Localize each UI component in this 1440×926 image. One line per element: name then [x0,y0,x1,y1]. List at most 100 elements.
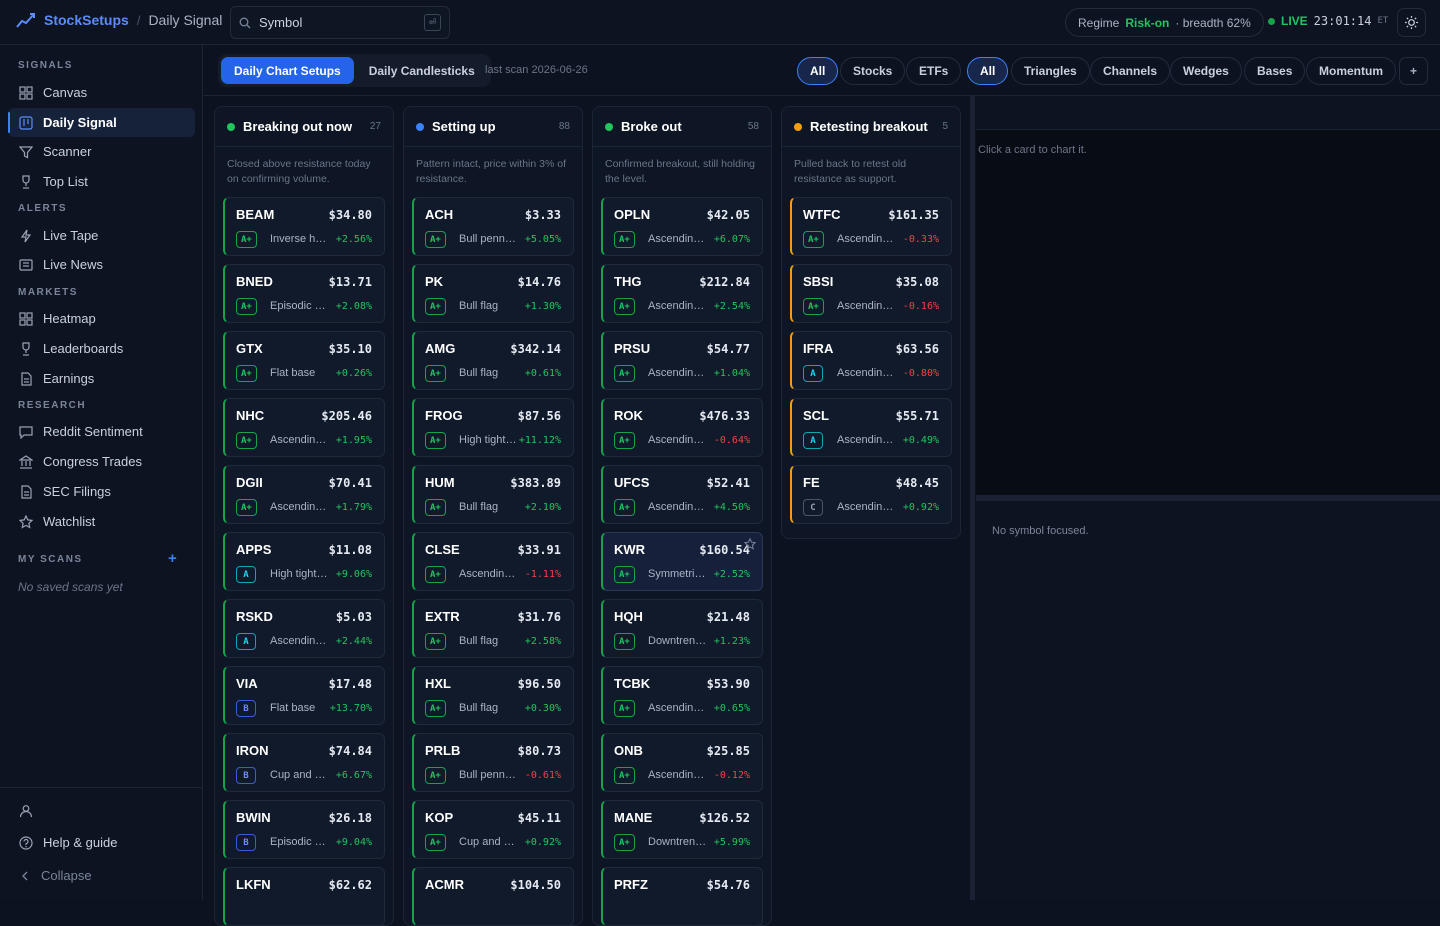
grade-badge: A+ [425,499,446,516]
percent-change: +0.26% [335,368,372,379]
setup-card[interactable]: DGII $70.41 A+ Ascending triangle +1.79% [223,465,385,524]
panel-resize-handle[interactable] [970,96,975,900]
setup-card[interactable]: PRLB $80.73 A+ Bull pennant -0.61% [412,733,574,792]
sidebar-item-label: Watchlist [43,514,96,529]
section-signals: SIGNALS [18,60,73,71]
ticker-symbol: VIA [236,676,258,691]
grade-badge: B [236,834,256,851]
sidebar-item-account[interactable] [8,796,195,825]
setup-card[interactable]: NHC $205.46 A+ Ascending triangle +1.95% [223,398,385,457]
setup-card[interactable]: ONB $25.85 A+ Ascending triangle -0.12% [601,733,763,792]
filter-type-stocks[interactable]: Stocks [840,57,906,85]
ticker-price: $160.54 [699,543,750,557]
percent-change: +6.67% [335,770,372,781]
sidebar-item-live-news[interactable]: Live News [8,250,195,279]
filter-pattern-triangles[interactable]: Triangles [1011,57,1090,85]
sidebar-item-canvas[interactable]: Canvas [8,78,195,107]
bolt-icon [20,229,32,242]
setup-card[interactable]: FROG $87.56 A+ High tight flag+11.12% [412,398,574,457]
ticker-symbol: FE [803,475,820,490]
filter-pattern-momentum[interactable]: Momentum [1306,57,1396,85]
setup-card[interactable]: PK $14.76 A+ Bull flag +1.30% [412,264,574,323]
setup-card[interactable]: HXL $96.50 A+ Bull flag +0.30% [412,666,574,725]
sidebar-item-earnings[interactable]: Earnings [8,364,195,393]
symbol-search[interactable]: ⏎ [230,6,450,39]
breadcrumb-current: Daily Signal [148,12,223,28]
add-scan-button[interactable]: + [168,550,177,567]
sidebar-item-congress-trades[interactable]: Congress Trades [8,447,195,476]
pattern-name: Flat base [270,702,316,714]
setup-card[interactable]: HQH $21.48 A+ Downtrend break +1.23% [601,599,763,658]
grade-badge: A+ [425,432,446,449]
sidebar-item-leaderboards[interactable]: Leaderboards [8,334,195,363]
setup-card[interactable]: HUM $383.89 A+ Bull flag +2.10% [412,465,574,524]
sidebar-item-live-tape[interactable]: Live Tape [8,221,195,250]
sidebar-item-help[interactable]: Help & guide [8,828,195,857]
setup-card[interactable]: SCL $55.71 A Ascending triangle +0.49% [790,398,952,457]
brand-name[interactable]: StockSetups [44,12,129,28]
setup-card[interactable]: BWIN $26.18 B Episodic pivot +9.04% [223,800,385,859]
setup-card[interactable]: VIA $17.48 B Flat base +13.70% [223,666,385,725]
add-filter-button[interactable]: + [1399,57,1428,85]
setup-card[interactable]: GTX $35.10 A+ Flat base +0.26% [223,331,385,390]
sidebar-item-daily-signal[interactable]: Daily Signal [8,108,195,137]
setup-card[interactable]: IRON $74.84 B Cup and handle +6.67% [223,733,385,792]
setup-card[interactable]: TCBK $53.90 A+ Ascending triangle +0.65% [601,666,763,725]
percent-change: +0.49% [902,435,939,446]
ticker-symbol: RSKD [236,609,273,624]
setup-card[interactable]: THG $212.84 A+ Ascending triangle +2.54% [601,264,763,323]
column-count: 58 [747,121,759,132]
ticker-symbol: ONB [614,743,643,758]
setup-card[interactable]: PRFZ $54.76 [601,867,763,925]
setup-card[interactable]: LKFN $62.62 [223,867,385,925]
setup-card[interactable]: FE $48.45 C Ascending triangle +0.92% [790,465,952,524]
sidebar-item-reddit-sentiment[interactable]: Reddit Sentiment [8,417,195,446]
setup-card[interactable]: PRSU $54.77 A+ Ascending triangle +1.04% [601,331,763,390]
setup-card[interactable]: ACMR $104.50 [412,867,574,925]
setup-card[interactable]: KOP $45.11 A+ Cup and handle +0.92% [412,800,574,859]
setup-card[interactable]: CLSE $33.91 A+ Ascending triangle -1.11% [412,532,574,591]
theme-toggle-button[interactable] [1397,8,1426,37]
search-input[interactable] [259,15,409,30]
setup-card[interactable]: KWR $160.54 A+ Symmetrical triangle +2.52% [601,532,763,591]
collapse-sidebar-button[interactable]: Collapse [8,861,195,890]
sidebar-item-top-list[interactable]: Top List [8,167,195,196]
tab-daily-candlesticks[interactable]: Daily Candlesticks [356,57,488,84]
sidebar-item-label: Earnings [43,371,95,386]
sidebar-item-watchlist[interactable]: Watchlist [8,507,195,536]
setup-card[interactable]: EXTR $31.76 A+ Bull flag +2.58% [412,599,574,658]
setup-card[interactable]: BEAM $34.80 A+ Inverse head and shoulders +2… [223,197,385,256]
filter-type-etfs[interactable]: ETFs [906,57,962,85]
ticker-symbol: BWIN [236,810,271,825]
watchlist-star-icon[interactable] [744,538,756,550]
sidebar-item-scanner[interactable]: Scanner [8,137,195,166]
setup-card[interactable]: RSKD $5.03 A Ascending triangle +2.44% [223,599,385,658]
filter-type-all[interactable]: All [797,57,839,85]
setup-card[interactable]: AMG $342.14 A+ Bull flag +0.61% [412,331,574,390]
tab-daily-chart-setups[interactable]: Daily Chart Setups [221,57,354,84]
setup-card[interactable]: WTFC $161.35 A+ Ascending triangle -0.33% [790,197,952,256]
grade-badge: A [803,432,823,449]
setup-card[interactable]: BNED $13.71 A+ Episodic pivot +2.08% [223,264,385,323]
grade-badge: A+ [425,700,446,717]
setup-card[interactable]: OPLN $42.05 A+ Ascending triangle +6.07% [601,197,763,256]
setup-card[interactable]: MANE $126.52 A+ Downtrend break +5.99% [601,800,763,859]
setup-card[interactable]: APPS $11.08 A High tight flag +9.06% [223,532,385,591]
setup-card[interactable]: SBSI $35.08 A+ Ascending triangle -0.16% [790,264,952,323]
filter-pattern-channels[interactable]: Channels [1090,57,1171,85]
filter-pattern-wedges[interactable]: Wedges [1170,57,1242,85]
regime-badge[interactable]: Regime Risk-on · breadth 62% [1065,8,1264,37]
sidebar-item-heatmap[interactable]: Heatmap [8,304,195,333]
filter-pattern-bases[interactable]: Bases [1244,57,1306,85]
regime-breadth: · breadth 62% [1175,15,1251,30]
setup-card[interactable]: ACH $3.33 A+ Bull pennant +5.05% [412,197,574,256]
sidebar-item-sec-filings[interactable]: SEC Filings [8,477,195,506]
filter-pattern-all[interactable]: All [967,57,1009,85]
setup-card[interactable]: ROK $476.33 A+ Ascending triangle -0.64% [601,398,763,457]
focus-message: No symbol focused. [992,525,1089,537]
ticker-symbol: CLSE [425,542,460,557]
pattern-name: Bull flag [459,501,499,513]
setup-card[interactable]: IFRA $63.56 A Ascending triangle -0.80% [790,331,952,390]
percent-change: -0.64% [713,435,750,446]
setup-card[interactable]: UFCS $52.41 A+ Ascending triangle +4.50% [601,465,763,524]
